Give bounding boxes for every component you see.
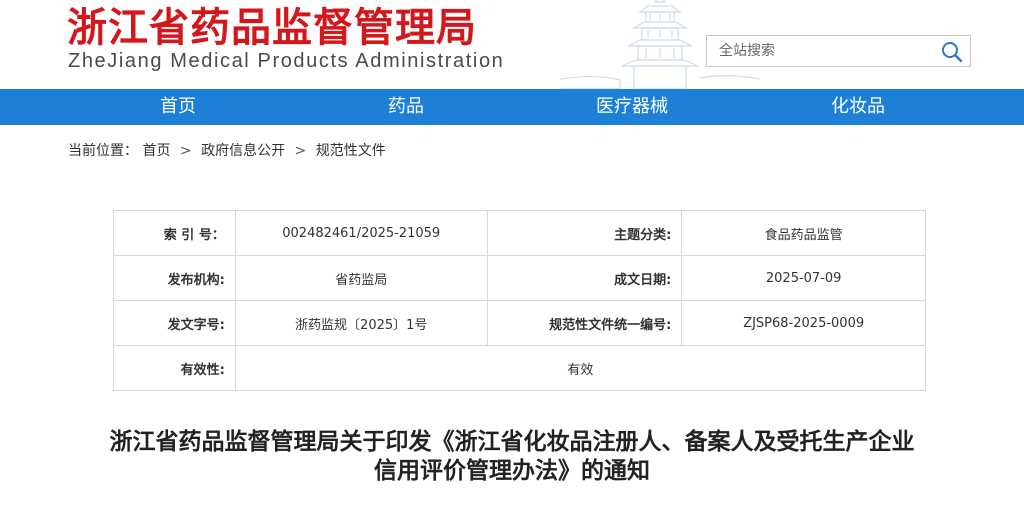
breadcrumb-separator: > — [294, 143, 307, 159]
breadcrumb: 当前位置： 首页 > 政府信息公开 > 规范性文件 — [68, 140, 386, 160]
nav-item-cosmetics[interactable]: 化妆品 — [788, 89, 928, 125]
breadcrumb-separator: > — [179, 143, 192, 159]
table-row: 索 引 号： 002482461/2025-21059 主题分类: 食品药品监管 — [113, 210, 926, 256]
article-title: 浙江省药品监督管理局关于印发《浙江省化妆品注册人、备案人及受托生产企业 信用评价… — [40, 428, 984, 486]
site-header: 浙江省药品监督管理局 ZheJiang Medical Products Adm… — [0, 0, 1024, 89]
search-box — [706, 35, 971, 67]
issuer-label: 发布机构: — [113, 255, 236, 301]
validity-value: 有效 — [234, 345, 927, 391]
table-row: 发布机构: 省药监局 成文日期: 2025-07-09 — [113, 255, 926, 301]
table-row: 有效性: 有效 — [113, 345, 927, 391]
search-input[interactable] — [707, 36, 935, 66]
site-logo-title[interactable]: 浙江省药品监督管理局 — [67, 4, 477, 52]
search-icon[interactable] — [940, 40, 964, 64]
unified-code-value: ZJSP68-2025-0009 — [681, 300, 926, 346]
doc-number-value: 浙药监规〔2025〕1号 — [234, 300, 488, 346]
nav-item-home[interactable]: 首页 — [108, 89, 248, 125]
topic-category-label: 主题分类: — [486, 210, 683, 256]
table-row: 发文字号: 浙药监规〔2025〕1号 规范性文件统一编号: ZJSP68-202… — [113, 300, 926, 346]
site-logo-subtitle: ZheJiang Medical Products Administration — [68, 50, 505, 72]
date-value: 2025-07-09 — [681, 255, 926, 301]
breadcrumb-home-link[interactable]: 首页 — [142, 143, 170, 159]
breadcrumb-gov-info-link[interactable]: 政府信息公开 — [201, 143, 285, 159]
breadcrumb-prefix: 当前位置： — [68, 143, 138, 159]
topic-category-value: 食品药品监管 — [681, 210, 926, 256]
date-label: 成文日期: — [486, 255, 683, 301]
validity-label: 有效性: — [113, 345, 236, 391]
nav-item-drugs[interactable]: 药品 — [336, 89, 476, 125]
main-nav: 首页 药品 医疗器械 化妆品 — [0, 89, 1024, 125]
unified-code-label: 规范性文件统一编号: — [486, 300, 683, 346]
document-meta-table: 索 引 号： 002482461/2025-21059 主题分类: 食品药品监管… — [113, 210, 927, 391]
doc-number-label: 发文字号: — [113, 300, 236, 346]
index-number-value: 002482461/2025-21059 — [234, 210, 488, 256]
article-title-line-1: 浙江省药品监督管理局关于印发《浙江省化妆品注册人、备案人及受托生产企业 — [109, 429, 915, 455]
index-number-label: 索 引 号： — [113, 210, 236, 256]
article-title-line-2: 信用评价管理办法》的通知 — [374, 458, 650, 484]
issuer-value: 省药监局 — [234, 255, 488, 301]
breadcrumb-normative-docs-link[interactable]: 规范性文件 — [316, 143, 386, 159]
nav-item-medical-devices[interactable]: 医疗器械 — [562, 89, 702, 125]
